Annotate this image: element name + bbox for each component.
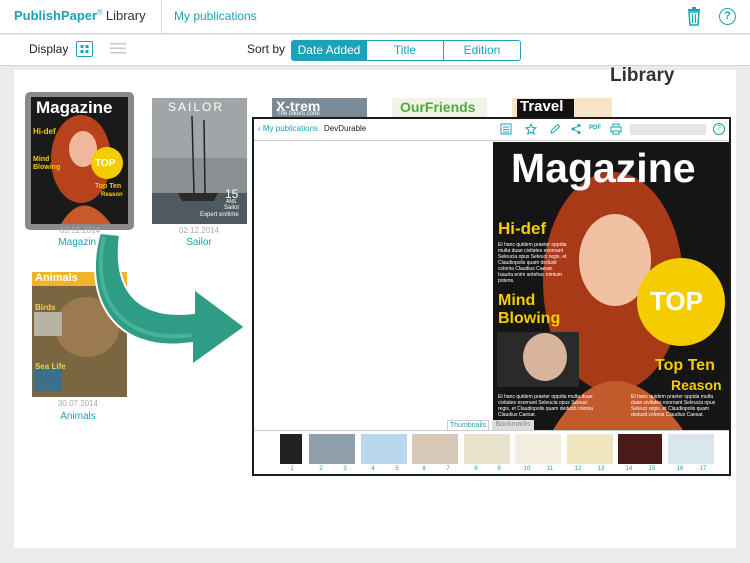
reader-back-button[interactable]: ‹ My publications: [258, 124, 318, 133]
trash-icon[interactable]: [686, 7, 702, 26]
top-bar: PublishPaper® Library My publications ?: [0, 0, 750, 34]
edit-icon[interactable]: [549, 123, 561, 135]
reader-doc-title: DevDurable: [324, 124, 367, 133]
thumbnail-page[interactable]: [361, 434, 407, 464]
sort-date-added-button[interactable]: Date Added: [291, 40, 367, 61]
animals-date: 30.07.2014: [57, 399, 99, 408]
magazine-cover[interactable]: Magazine Hi-def Mind Blowing TOP Top Ten …: [31, 97, 128, 224]
library-heading: Library: [610, 65, 675, 86]
sort-edition-button[interactable]: Edition: [444, 40, 521, 61]
thumbnail-strip: 1 2 3 4 5 6 7 8 9 10 11 12 13 14 15 16 1…: [254, 430, 729, 474]
reader-search-input[interactable]: [630, 124, 706, 135]
star-icon[interactable]: [525, 123, 537, 135]
pdf-button[interactable]: PDF: [589, 125, 601, 131]
toc-icon[interactable]: [500, 123, 512, 135]
sailor-cover[interactable]: SAILOR 15 ANS Sailor Expert en/time: [152, 98, 247, 224]
sort-title-button[interactable]: Title: [367, 40, 444, 61]
grid-icon: [80, 45, 89, 53]
xtrem-cover[interactable]: X-trem The bikers code: [272, 98, 367, 118]
print-icon[interactable]: [610, 123, 622, 135]
ourfriends-cover[interactable]: OurFriends: [392, 98, 487, 118]
thumbnail-page[interactable]: [412, 434, 458, 464]
sort-by-label: Sort by: [247, 42, 286, 56]
thumbnail-page[interactable]: [515, 434, 561, 464]
display-label: Display: [29, 42, 69, 56]
reader-window: ‹ My publications DevDurable PDF ? Magaz…: [252, 117, 731, 476]
my-publications-link[interactable]: My publications: [174, 9, 257, 23]
reader-help-button[interactable]: ?: [713, 123, 725, 135]
animals-title[interactable]: Animals: [43, 411, 113, 422]
thumbnail-page[interactable]: [280, 434, 302, 464]
share-icon[interactable]: [570, 123, 582, 135]
thumbnail-page[interactable]: [618, 434, 662, 464]
thumbnail-page[interactable]: [309, 434, 355, 464]
reader-page-view[interactable]: Magazine Hi-def Et hanc quidem praeter o…: [493, 142, 729, 430]
open-arrow-icon: [93, 231, 247, 367]
help-button[interactable]: ?: [719, 8, 736, 25]
app-brand: PublishPaper® Library: [14, 8, 146, 23]
travel-cover[interactable]: Travel: [512, 98, 612, 118]
thumbnail-page[interactable]: [668, 434, 714, 464]
header-divider: [161, 0, 162, 34]
thumbnail-page[interactable]: [464, 434, 510, 464]
grid-view-button[interactable]: [76, 41, 93, 57]
reader-header: ‹ My publications DevDurable PDF ?: [254, 119, 729, 141]
thumbnail-page[interactable]: [567, 434, 613, 464]
list-view-icon[interactable]: [110, 42, 126, 55]
